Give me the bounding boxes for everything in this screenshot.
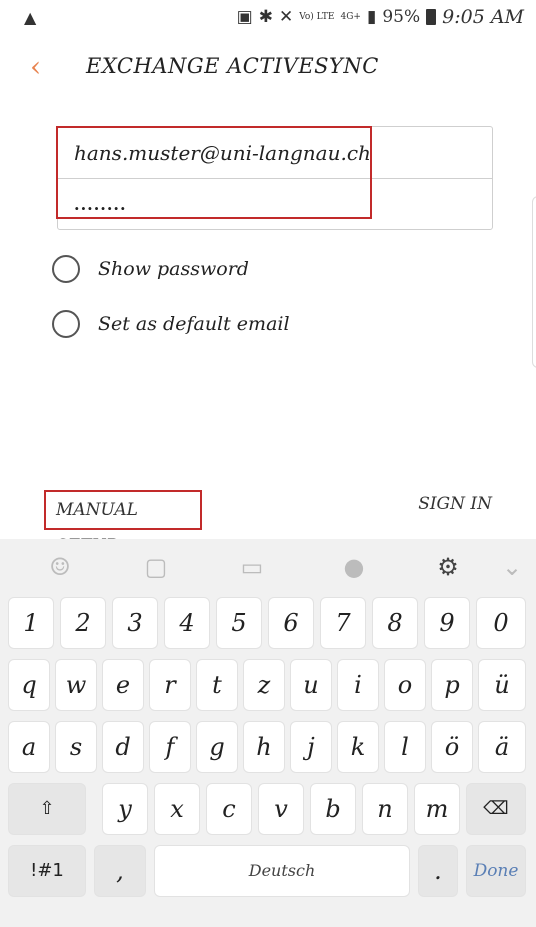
network-type: 4G+ (340, 11, 361, 22)
symbols-key[interactable]: !#1 (8, 845, 86, 897)
show-password-radio[interactable] (52, 255, 80, 283)
key[interactable]: 4 (164, 597, 210, 649)
key[interactable]: b (310, 783, 356, 835)
bluetooth-icon: ✱ (258, 7, 273, 27)
show-password-option[interactable]: Show password (52, 253, 249, 285)
gif-icon[interactable]: ▭ (236, 551, 268, 583)
key[interactable]: i (337, 659, 379, 711)
key[interactable]: 5 (216, 597, 262, 649)
key[interactable]: q (8, 659, 50, 711)
key[interactable]: 1 (8, 597, 54, 649)
key[interactable]: e (102, 659, 144, 711)
chevron-down-icon[interactable]: ⌄ (496, 551, 528, 583)
sign-in-button[interactable]: SIGN IN (418, 494, 492, 514)
key[interactable]: r (149, 659, 191, 711)
key[interactable]: 7 (320, 597, 366, 649)
comma-key[interactable]: , (94, 845, 146, 897)
key[interactable]: a (8, 721, 50, 773)
key[interactable]: 8 (372, 597, 418, 649)
key[interactable]: l (384, 721, 426, 773)
chevron-left-icon[interactable]: ‹ (30, 50, 60, 84)
show-password-label: Show password (98, 258, 249, 280)
key[interactable]: ö (431, 721, 473, 773)
key[interactable]: p (431, 659, 473, 711)
key[interactable]: d (102, 721, 144, 773)
status-icons: ▣ ✱ ✕ Vo) LTE 4G+ ▮ 95% 9:05 AM (237, 6, 524, 28)
period-key[interactable]: . (418, 845, 458, 897)
backspace-key[interactable]: ⌫ (466, 783, 526, 835)
manual-setup-button[interactable]: MANUAL SETUP (44, 490, 202, 556)
sim-icon: ▣ (236, 7, 253, 27)
clock: 9:05 AM (442, 6, 524, 28)
signal-icon: ▮ (366, 7, 377, 27)
shift-key[interactable]: ⇧ (8, 783, 86, 835)
key[interactable]: m (414, 783, 460, 835)
key[interactable]: j (290, 721, 332, 773)
default-email-option[interactable]: Set as default email (52, 308, 290, 340)
key[interactable]: ü (478, 659, 526, 711)
default-email-label: Set as default email (98, 313, 290, 335)
default-email-radio[interactable] (52, 310, 80, 338)
key[interactable]: c (206, 783, 252, 835)
scroll-handle[interactable] (532, 196, 536, 368)
key[interactable]: 0 (476, 597, 526, 649)
key[interactable]: 3 (112, 597, 158, 649)
battery-icon (426, 9, 437, 25)
app-header: ‹ EXCHANGE ACTIVESYNC (0, 44, 536, 92)
keyboard-toolbar: ☺ ▢ ▭ ● ⚙ ⌄ (0, 539, 536, 595)
action-bar: MANUAL SETUP SIGN IN (0, 486, 536, 556)
key[interactable]: 2 (60, 597, 106, 649)
microphone-icon[interactable]: ● (338, 551, 370, 583)
space-key[interactable]: Deutsch (154, 845, 410, 897)
status-bar: ▲ ▣ ✱ ✕ Vo) LTE 4G+ ▮ 95% 9:05 AM (0, 0, 536, 36)
gear-icon[interactable]: ⚙ (432, 551, 464, 583)
key[interactable]: u (290, 659, 332, 711)
volte-indicator: Vo) LTE (299, 11, 335, 22)
key[interactable]: y (102, 783, 148, 835)
sticker-icon[interactable]: ▢ (140, 551, 172, 583)
key[interactable]: z (243, 659, 285, 711)
key[interactable]: v (258, 783, 304, 835)
key[interactable]: x (154, 783, 200, 835)
key[interactable]: 9 (424, 597, 470, 649)
key[interactable]: n (362, 783, 408, 835)
key[interactable]: ä (478, 721, 526, 773)
key[interactable]: f (149, 721, 191, 773)
key[interactable]: t (196, 659, 238, 711)
emoji-icon[interactable]: ☺ (44, 551, 76, 583)
key[interactable]: w (55, 659, 97, 711)
key[interactable]: s (55, 721, 97, 773)
key[interactable]: 6 (268, 597, 314, 649)
mute-icon: ✕ (278, 7, 294, 27)
done-key[interactable]: Done (466, 845, 526, 897)
credentials-highlight (56, 126, 372, 219)
battery-percent: 95% (382, 7, 421, 27)
key[interactable]: h (243, 721, 285, 773)
key[interactable]: g (196, 721, 238, 773)
page-title: EXCHANGE ACTIVESYNC (86, 54, 379, 78)
key[interactable]: o (384, 659, 426, 711)
key[interactable]: k (337, 721, 379, 773)
keyboard: ☺ ▢ ▭ ● ⚙ ⌄ 1 2 3 4 5 6 7 8 9 0 q w e r … (0, 539, 536, 927)
bell-icon: ▲ (24, 8, 37, 27)
